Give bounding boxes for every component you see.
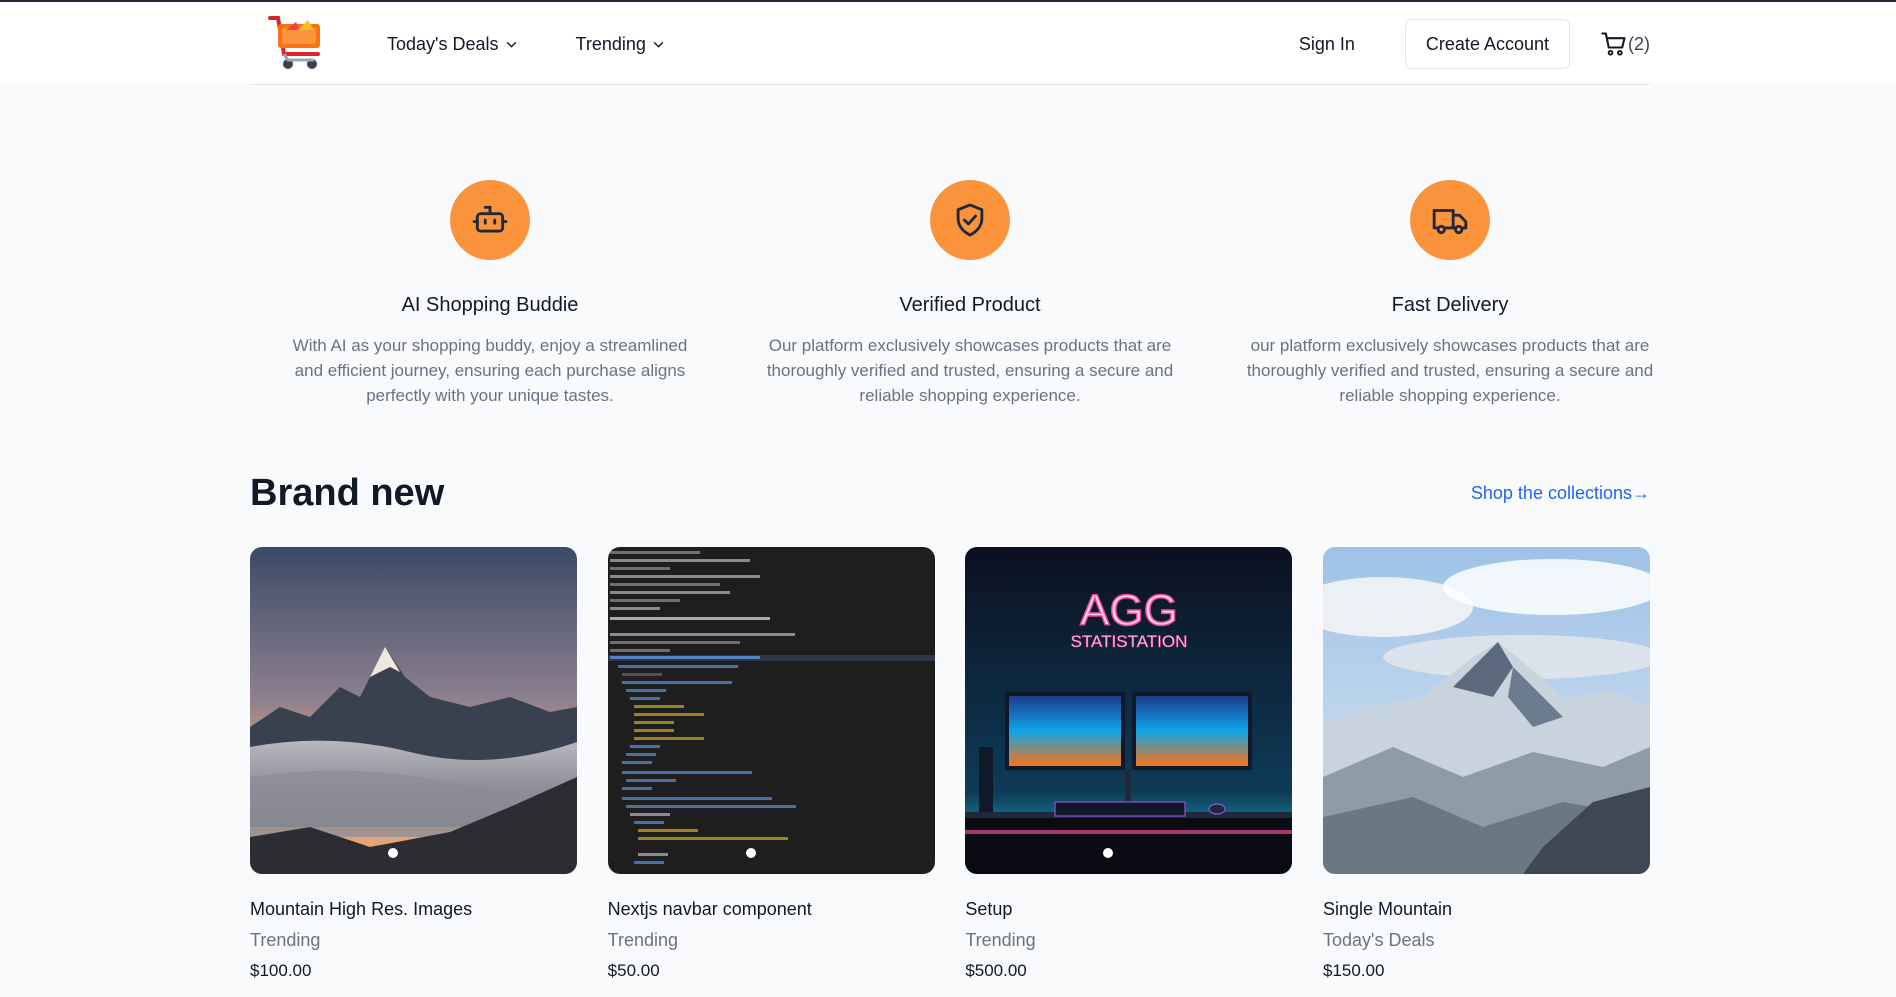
feature-ai-buddie: AI Shopping Buddie With AI as your shopp…	[250, 180, 730, 408]
section-title: Brand new	[250, 472, 445, 514]
product-image[interactable]	[607, 547, 935, 874]
feature-description: With AI as your shopping buddy, enjoy a …	[292, 336, 688, 405]
product-name: Nextjs navbar component	[607, 899, 812, 919]
product-category: Today's Deals	[1322, 930, 1435, 950]
mountain-sunset-image	[250, 547, 577, 874]
snowy-mountain-image	[1322, 547, 1650, 874]
product-price: $150.00	[1322, 961, 1385, 980]
header-actions: Sign In Create Account (2)	[1299, 19, 1650, 69]
product-price: $50.00	[607, 961, 660, 980]
nav-label: Trending	[575, 33, 646, 54]
shopping-cart-logo[interactable]	[264, 8, 328, 80]
neon-sign-subtitle: STATISTATION	[1071, 632, 1188, 651]
feature-title: Verified Product	[899, 294, 1041, 316]
product-image[interactable]: AGG STATISTATION	[965, 547, 1293, 874]
nav-label: Today's Deals	[387, 33, 499, 54]
feature-fast-delivery: Fast Delivery our platform exclusively s…	[1210, 180, 1690, 408]
product-category: Trending	[607, 930, 679, 950]
shield-check-icon	[956, 203, 984, 237]
cart-button[interactable]: (2)	[1600, 30, 1650, 58]
product-price: $100.00	[250, 961, 312, 980]
feature-title: Fast Delivery	[1391, 294, 1509, 316]
product-grid: Mountain High Res. Images Trending $100.…	[250, 547, 1650, 981]
product-card[interactable]: Mountain High Res. Images Trending $100.…	[250, 547, 577, 981]
feature-icon-circle	[450, 180, 530, 260]
chevron-down-icon	[653, 41, 664, 48]
navbar: Today's Deals Trending Sign In Create Ac…	[250, 4, 1650, 85]
brand-new-header: Brand new Shop the collections→	[250, 472, 1650, 515]
product-name: Mountain High Res. Images	[250, 899, 473, 919]
feature-icon-circle	[930, 180, 1010, 260]
bot-icon	[472, 205, 508, 233]
sign-in-link[interactable]: Sign In	[1299, 34, 1355, 55]
cart-icon	[1601, 32, 1626, 56]
nav-trending[interactable]: Trending	[576, 34, 665, 55]
neon-sign-title: AGG	[1080, 586, 1178, 635]
product-card[interactable]: Nextjs navbar component Trending $50.00	[607, 547, 935, 981]
features-section: AI Shopping Buddie With AI as your shopp…	[250, 180, 1690, 408]
product-name: Single Mountain	[1322, 899, 1453, 919]
product-card[interactable]: Single Mountain Today's Deals $150.00	[1322, 547, 1650, 981]
code-screenshot-image	[607, 547, 935, 874]
product-image[interactable]	[250, 547, 577, 874]
product-name: Setup	[965, 899, 1013, 919]
product-category: Trending	[965, 930, 1036, 950]
feature-icon-circle	[1410, 180, 1490, 260]
feature-title: AI Shopping Buddie	[401, 294, 579, 316]
carousel-dot[interactable]	[745, 848, 756, 858]
carousel-dot[interactable]	[388, 848, 398, 858]
product-image[interactable]	[1322, 547, 1650, 874]
feature-description: Our platform exclusively showcases produ…	[766, 336, 1174, 405]
feature-verified-product: Verified Product Our platform exclusivel…	[730, 180, 1210, 408]
product-category: Trending	[250, 930, 321, 950]
chevron-down-icon	[506, 41, 516, 48]
create-account-button[interactable]: Create Account	[1404, 19, 1570, 69]
cart-logo-icon	[268, 16, 320, 69]
main-nav: Today's Deals Trending	[387, 34, 665, 55]
gaming-setup-image: AGG STATISTATION	[965, 547, 1293, 874]
nav-todays-deals[interactable]: Today's Deals	[387, 34, 518, 55]
truck-icon	[1432, 209, 1468, 235]
shop-collections-link[interactable]: Shop the collections→	[1471, 483, 1650, 504]
feature-description: our platform exclusively showcases produ…	[1246, 336, 1654, 405]
product-card[interactable]: AGG STATISTATION Setup Trending $500.00	[965, 547, 1293, 981]
cart-count: (2)	[1628, 33, 1650, 54]
product-price: $500.00	[965, 961, 1027, 980]
